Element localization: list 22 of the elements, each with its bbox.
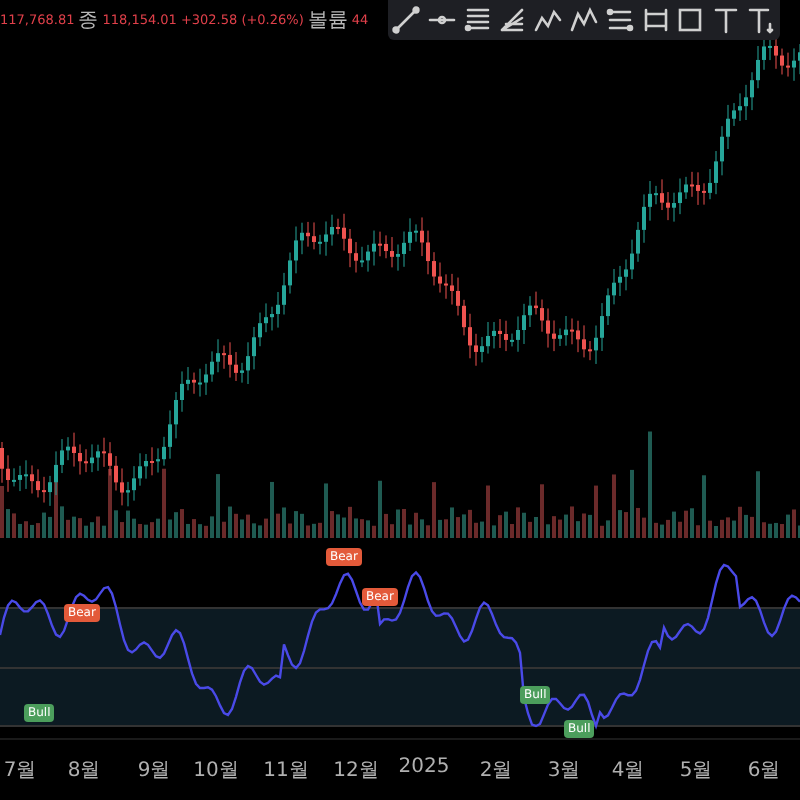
zigzag-icon[interactable] [567,4,600,36]
fan-lines-icon[interactable] [496,4,529,36]
rectangle-icon[interactable] [674,4,707,36]
axis-label: 2025 [398,756,450,778]
axis-label: 6월 [747,758,781,784]
axis-label: 12월 [333,758,379,784]
axis-label: 4월 [611,758,645,784]
axis-label: 9월 [137,758,171,784]
text-icon[interactable] [746,4,779,36]
zigzag-icon[interactable] [532,4,565,36]
axis-label: 2월 [479,758,513,784]
axis-label: 5월 [679,758,713,784]
axis-label: 3월 [547,758,581,784]
trend-line-icon[interactable] [389,4,422,36]
axis-label: 11월 [263,758,309,784]
axis-label: 10월 [193,758,239,784]
parallel-lines-icon[interactable] [461,4,494,36]
axis-label: 7월 [3,758,37,784]
axis-label: 8월 [67,758,101,784]
text-icon[interactable] [710,4,743,36]
volume-label: 볼륨 [307,7,348,33]
close-label: 종 [78,7,99,33]
